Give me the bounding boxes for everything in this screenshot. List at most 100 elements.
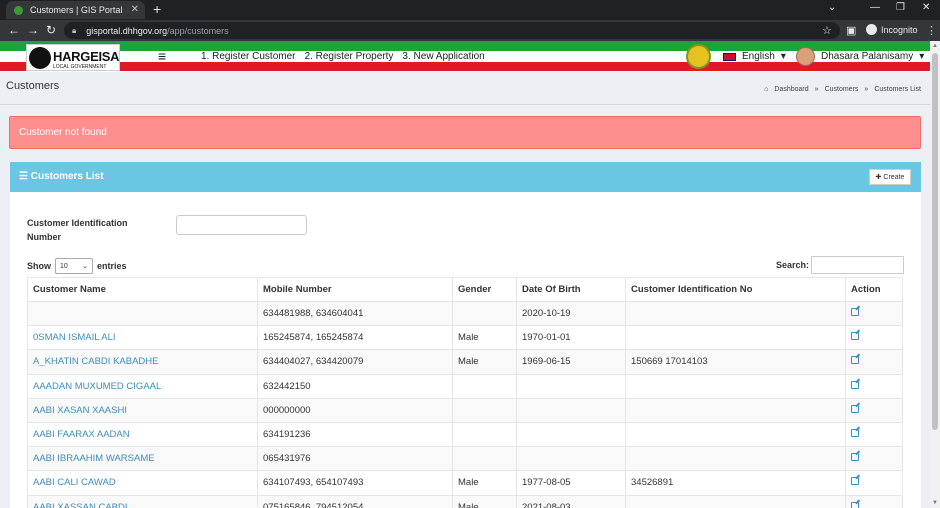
minimize-icon[interactable]: — <box>870 2 880 13</box>
scroll-up-icon[interactable]: ▲ <box>932 43 938 49</box>
customer-name-link[interactable]: AABI XASSAN CABDI <box>27 494 258 508</box>
site-logo[interactable]: HARGEISA LOCAL GOVERNMENT <box>26 44 120 71</box>
action-cell <box>845 300 903 327</box>
incognito-label: Incognito <box>881 24 918 35</box>
customer-name-link[interactable]: AABI IBRAAHIM WARSAME <box>27 446 258 472</box>
search-input[interactable] <box>811 256 904 274</box>
customer-name-link[interactable] <box>27 300 258 327</box>
caret-down-icon: ▾ <box>919 51 925 62</box>
action-cell <box>845 373 903 399</box>
scroll-down-icon[interactable]: ▼ <box>932 500 938 506</box>
star-icon[interactable]: ☆ <box>822 24 832 37</box>
back-icon[interactable]: ← <box>8 23 20 37</box>
url-host: gisportal.dhhgov.org <box>86 25 168 36</box>
menu-register-property[interactable]: 2. Register Property <box>304 51 393 62</box>
breadcrumb-customers[interactable]: Customers <box>825 86 859 93</box>
col-customer-id-no[interactable]: Customer Identification No <box>625 277 846 302</box>
col-date-of-birth[interactable]: Date Of Birth <box>516 277 626 302</box>
breadcrumb: ⌂ Dashboard » Customers » Customers List <box>764 86 921 93</box>
page-scrollbar[interactable]: ▲ ▼ <box>930 41 940 508</box>
table-row: AABI CALI CAWAD 634107493, 654107493 Mal… <box>27 470 903 496</box>
mobile-cell: 065431976 <box>257 446 453 472</box>
col-mobile-number[interactable]: Mobile Number <box>257 277 453 302</box>
customer-name-link[interactable]: AAADAN MUXUMED CIGAAL <box>27 373 258 399</box>
user-menu[interactable]: Dhasara Palanisamy ▾ <box>796 47 924 66</box>
col-customer-name[interactable]: Customer Name <box>27 277 258 302</box>
col-gender[interactable]: Gender <box>452 277 517 302</box>
avatar <box>796 47 815 66</box>
dob-cell: 2021-08-03 <box>516 494 626 508</box>
table-row: AAADAN MUXUMED CIGAAL 632442150 <box>27 373 903 399</box>
mobile-cell: 075165846, 794512054 <box>257 494 453 508</box>
close-tab-icon[interactable]: ✕ <box>131 4 139 15</box>
customer-name-link[interactable]: AABI CALI CAWAD <box>27 470 258 496</box>
mobile-cell: 632442150 <box>257 373 453 399</box>
tab-title: Customers | GIS Portal <box>30 5 123 15</box>
breadcrumb-dashboard[interactable]: Dashboard <box>774 86 808 93</box>
edit-icon[interactable] <box>851 308 859 317</box>
cid-cell <box>625 421 846 448</box>
page-title: Customers <box>6 80 60 92</box>
edit-icon[interactable] <box>851 477 859 486</box>
create-button[interactable]: ✚ Create <box>869 169 911 185</box>
menu-new-application[interactable]: 3. New Application <box>402 51 484 62</box>
browser-toolbar: ← → ↻ 🔒︎ gisportal.dhhgov.org/app/custom… <box>0 20 940 41</box>
address-bar[interactable]: 🔒︎ gisportal.dhhgov.org/app/customers <box>64 22 840 39</box>
incognito-indicator[interactable]: Incognito <box>866 24 918 35</box>
action-cell <box>845 325 903 351</box>
edit-icon[interactable] <box>851 356 859 365</box>
customer-name-link[interactable]: AABI FAARAX AADAN <box>27 421 258 448</box>
edit-icon[interactable] <box>851 332 859 341</box>
entries-control: Show 10 ⌄ entries <box>27 258 127 274</box>
tab-search-icon[interactable]: ⌄ <box>828 2 836 13</box>
divider <box>0 104 930 105</box>
dob-cell: 1969-06-15 <box>516 349 626 375</box>
mobile-cell: 634481988, 634604041 <box>257 300 453 327</box>
browser-tab[interactable]: Customers | GIS Portal ✕ <box>6 1 145 19</box>
cid-cell <box>625 397 846 423</box>
logo-emblem-icon <box>29 47 51 69</box>
mobile-cell: 165245874, 165245874 <box>257 325 453 351</box>
scrollbar-thumb[interactable] <box>932 53 938 430</box>
dob-cell <box>516 397 626 423</box>
col-action: Action <box>845 277 903 302</box>
user-name: Dhasara Palanisamy <box>821 51 914 62</box>
customer-name-link[interactable]: AABI XASAN XAASHI <box>27 397 258 423</box>
customer-name-link[interactable]: 0SMAN ISMAIL ALI <box>27 325 258 351</box>
alert-error: Customer not found <box>9 116 921 149</box>
entries-select[interactable]: 10 ⌄ <box>55 258 93 274</box>
dob-cell: 2020-10-19 <box>516 300 626 327</box>
menu-register-customer[interactable]: 1. Register Customer <box>201 51 295 62</box>
menu-icon[interactable]: ⋮ <box>926 24 937 37</box>
chevron-down-icon: ⌄ <box>82 263 88 270</box>
edit-icon[interactable] <box>851 501 859 508</box>
cid-cell <box>625 494 846 508</box>
cid-cell: 150669 17014103 <box>625 349 846 375</box>
reload-icon[interactable]: ↻ <box>46 23 56 37</box>
edit-icon[interactable] <box>851 453 859 462</box>
action-cell <box>845 421 903 448</box>
gender-cell: Male <box>452 349 517 375</box>
header-green-band <box>0 41 930 51</box>
table-row: 0SMAN ISMAIL ALI 165245874, 165245874 Ma… <box>27 325 903 351</box>
sidepanel-icon[interactable]: ▣ <box>846 24 856 37</box>
dob-cell: 1977-08-05 <box>516 470 626 496</box>
page: HARGEISA LOCAL GOVERNMENT ≡ 1. Register … <box>0 41 930 508</box>
edit-icon[interactable] <box>851 404 859 413</box>
entries-value: 10 <box>60 262 68 270</box>
language-selector[interactable]: English ▾ <box>723 51 786 62</box>
customer-name-link[interactable]: A_KHATIN CABDI KABADHE <box>27 349 258 375</box>
cid-input[interactable] <box>176 215 307 235</box>
customers-table: Customer Name Mobile Number Gender Date … <box>27 277 903 508</box>
edit-icon[interactable] <box>851 380 859 389</box>
new-tab-icon[interactable]: + <box>153 1 161 17</box>
restore-icon[interactable]: ❐ <box>896 2 905 13</box>
show-label: Show <box>27 261 51 271</box>
hamburger-menu-icon[interactable]: ≡ <box>158 49 166 63</box>
window-close-icon[interactable]: ✕ <box>922 2 930 13</box>
table-row: AABI XASSAN CABDI 075165846, 794512054 M… <box>27 494 903 508</box>
uk-flag-icon <box>723 52 736 61</box>
edit-icon[interactable] <box>851 429 859 438</box>
action-cell <box>845 349 903 375</box>
forward-icon[interactable]: → <box>27 23 39 37</box>
